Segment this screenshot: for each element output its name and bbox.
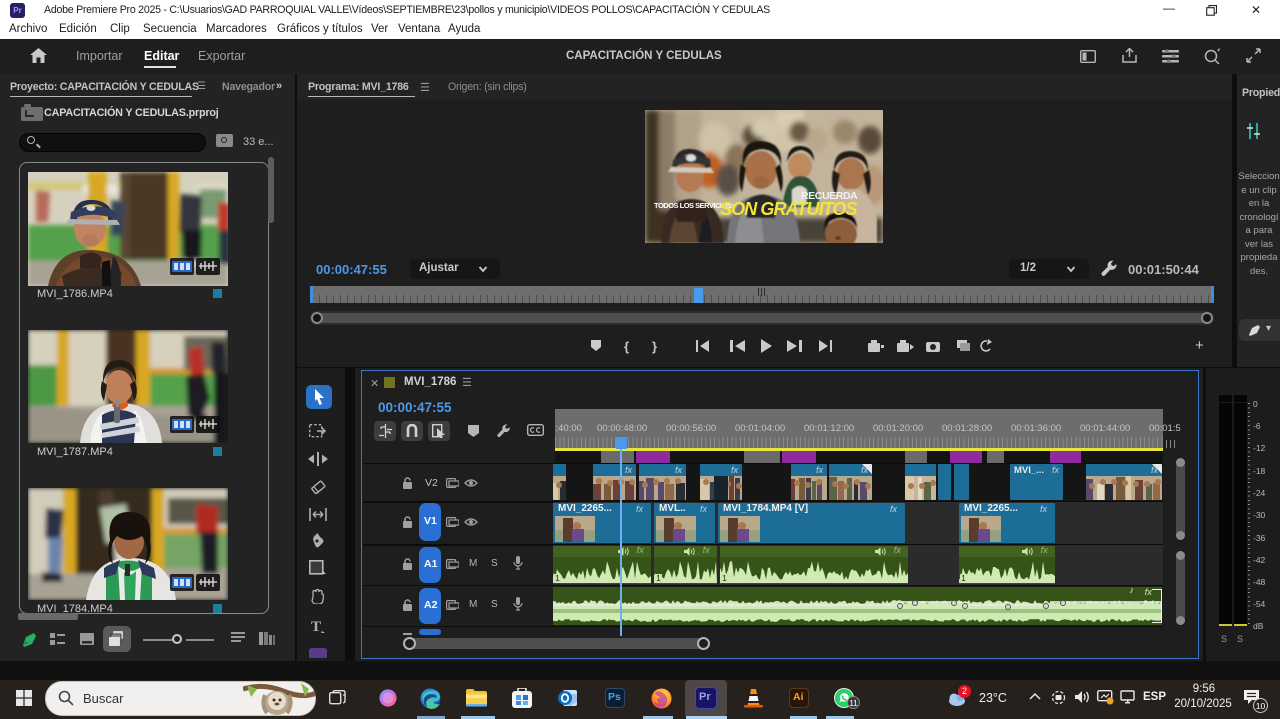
svg-text:}: }: [652, 339, 657, 354]
svg-text:{: {: [624, 339, 629, 354]
svg-text:T: T: [311, 619, 321, 633]
svg-text:SON GRATUITOS: SON GRATUITOS: [720, 199, 858, 219]
